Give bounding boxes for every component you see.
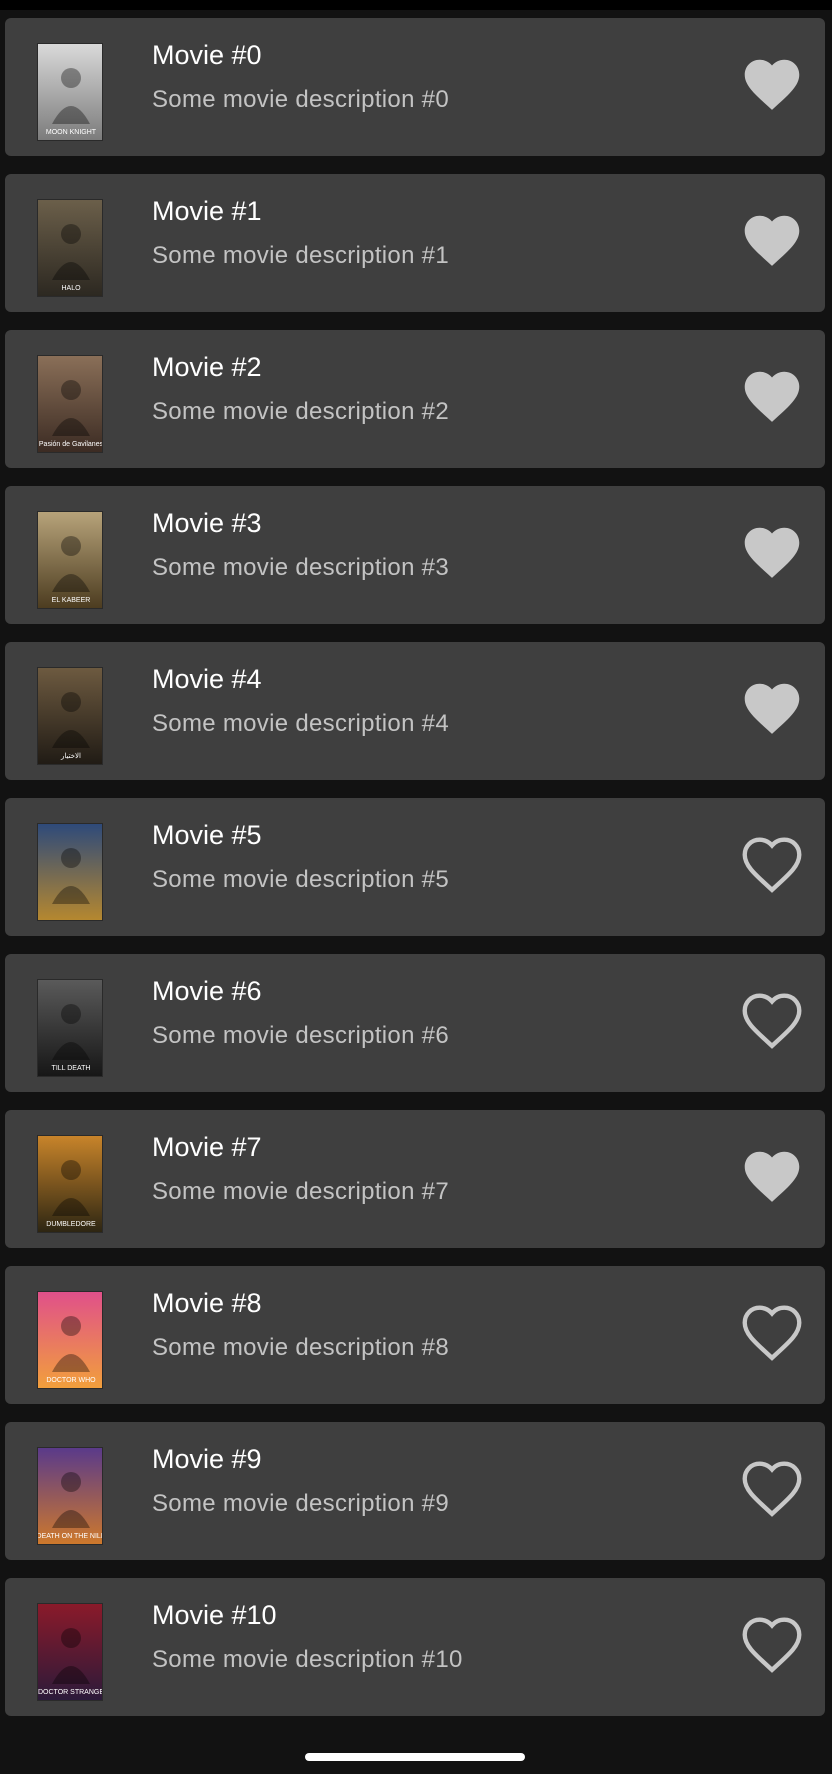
poster-caption: TILL DEATH [52, 1065, 91, 1072]
movie-poster: Pasión de Gavilanes [37, 355, 103, 453]
movie-card[interactable]: Movie #5 Some movie description #5 [5, 798, 825, 936]
movie-poster: DOCTOR STRANGE [37, 1603, 103, 1701]
poster-caption: DUMBLEDORE [46, 1221, 96, 1228]
heart-outline-icon[interactable] [739, 1614, 805, 1674]
movie-description: Some movie description #8 [152, 1334, 449, 1361]
heart-filled-icon[interactable] [739, 210, 805, 270]
movie-description: Some movie description #6 [152, 1022, 449, 1049]
movie-title: Movie #8 [152, 1288, 262, 1318]
movie-title: Movie #2 [152, 352, 262, 382]
movie-description: Some movie description #4 [152, 710, 449, 737]
poster-caption: HALO [61, 285, 81, 292]
poster-caption: DOCTOR STRANGE [38, 1689, 103, 1696]
movie-poster: DUMBLEDORE [37, 1135, 103, 1233]
movie-title: Movie #1 [152, 196, 262, 226]
heart-outline-icon[interactable] [739, 834, 805, 894]
movie-description: Some movie description #3 [152, 554, 449, 581]
poster-caption: EL KABEER [52, 597, 91, 604]
movie-card[interactable]: MOON KNIGHT Movie #0 Some movie descriptio… [5, 18, 825, 156]
movie-description: Some movie description #2 [152, 398, 449, 425]
heart-filled-icon[interactable] [739, 678, 805, 738]
heart-filled-icon[interactable] [739, 1146, 805, 1206]
movie-card[interactable]: DUMBLEDORE Movie #7 Some movie description… [5, 1110, 825, 1248]
movie-poster: HALO [37, 199, 103, 297]
movie-description: Some movie description #9 [152, 1490, 449, 1517]
movie-card[interactable]: TILL DEATH Movie #6 Some movie description… [5, 954, 825, 1092]
heart-filled-icon[interactable] [739, 366, 805, 426]
heart-outline-icon[interactable] [739, 1302, 805, 1362]
movie-title: Movie #5 [152, 820, 262, 850]
movie-card[interactable]: DOCTOR WHO Movie #8 Some movie description… [5, 1266, 825, 1404]
movie-title: Movie #3 [152, 508, 262, 538]
movie-poster: TILL DEATH [37, 979, 103, 1077]
poster-caption: DOCTOR WHO [46, 1377, 96, 1384]
heart-outline-icon[interactable] [739, 1458, 805, 1518]
movie-poster: DEATH ON THE NILE [37, 1447, 103, 1545]
movie-poster [37, 823, 103, 921]
movie-card[interactable]: HALO Movie #1 Some movie description #1 [5, 174, 825, 312]
movie-card[interactable]: EL KABEER Movie #3 Some movie description … [5, 486, 825, 624]
movie-poster: EL KABEER [37, 511, 103, 609]
poster-caption: DEATH ON THE NILE [38, 1533, 103, 1540]
home-indicator[interactable] [305, 1753, 525, 1761]
heart-outline-icon[interactable] [739, 990, 805, 1050]
movie-description: Some movie description #0 [152, 86, 449, 113]
movie-description: Some movie description #10 [152, 1646, 463, 1673]
movie-card[interactable]: Pasión de Gavilanes Movie #2 Some movie de… [5, 330, 825, 468]
movie-poster: DOCTOR WHO [37, 1291, 103, 1389]
movie-title: Movie #0 [152, 40, 262, 70]
poster-caption: MOON KNIGHT [46, 129, 97, 136]
poster-caption: الاختيار [60, 752, 81, 760]
movie-title: Movie #9 [152, 1444, 262, 1474]
movie-poster: الاختيار [37, 667, 103, 765]
movie-title: Movie #6 [152, 976, 262, 1006]
movie-title: Movie #4 [152, 664, 262, 694]
movie-poster: MOON KNIGHT [37, 43, 103, 141]
movie-description: Some movie description #5 [152, 866, 449, 893]
movie-card[interactable]: DOCTOR STRANGE Movie #10 Some movie descri… [5, 1578, 825, 1716]
movie-description: Some movie description #1 [152, 242, 449, 269]
heart-filled-icon[interactable] [739, 54, 805, 114]
movie-title: Movie #10 [152, 1600, 277, 1630]
poster-caption: Pasión de Gavilanes [39, 441, 103, 448]
heart-filled-icon[interactable] [739, 522, 805, 582]
movie-card[interactable]: الاختيار Movie #4 Some movie description #… [5, 642, 825, 780]
movie-description: Some movie description #7 [152, 1178, 449, 1205]
movie-title: Movie #7 [152, 1132, 262, 1162]
status-bar [0, 0, 832, 10]
movie-card[interactable]: DEATH ON THE NILE Movie #9 Some movie desc… [5, 1422, 825, 1560]
